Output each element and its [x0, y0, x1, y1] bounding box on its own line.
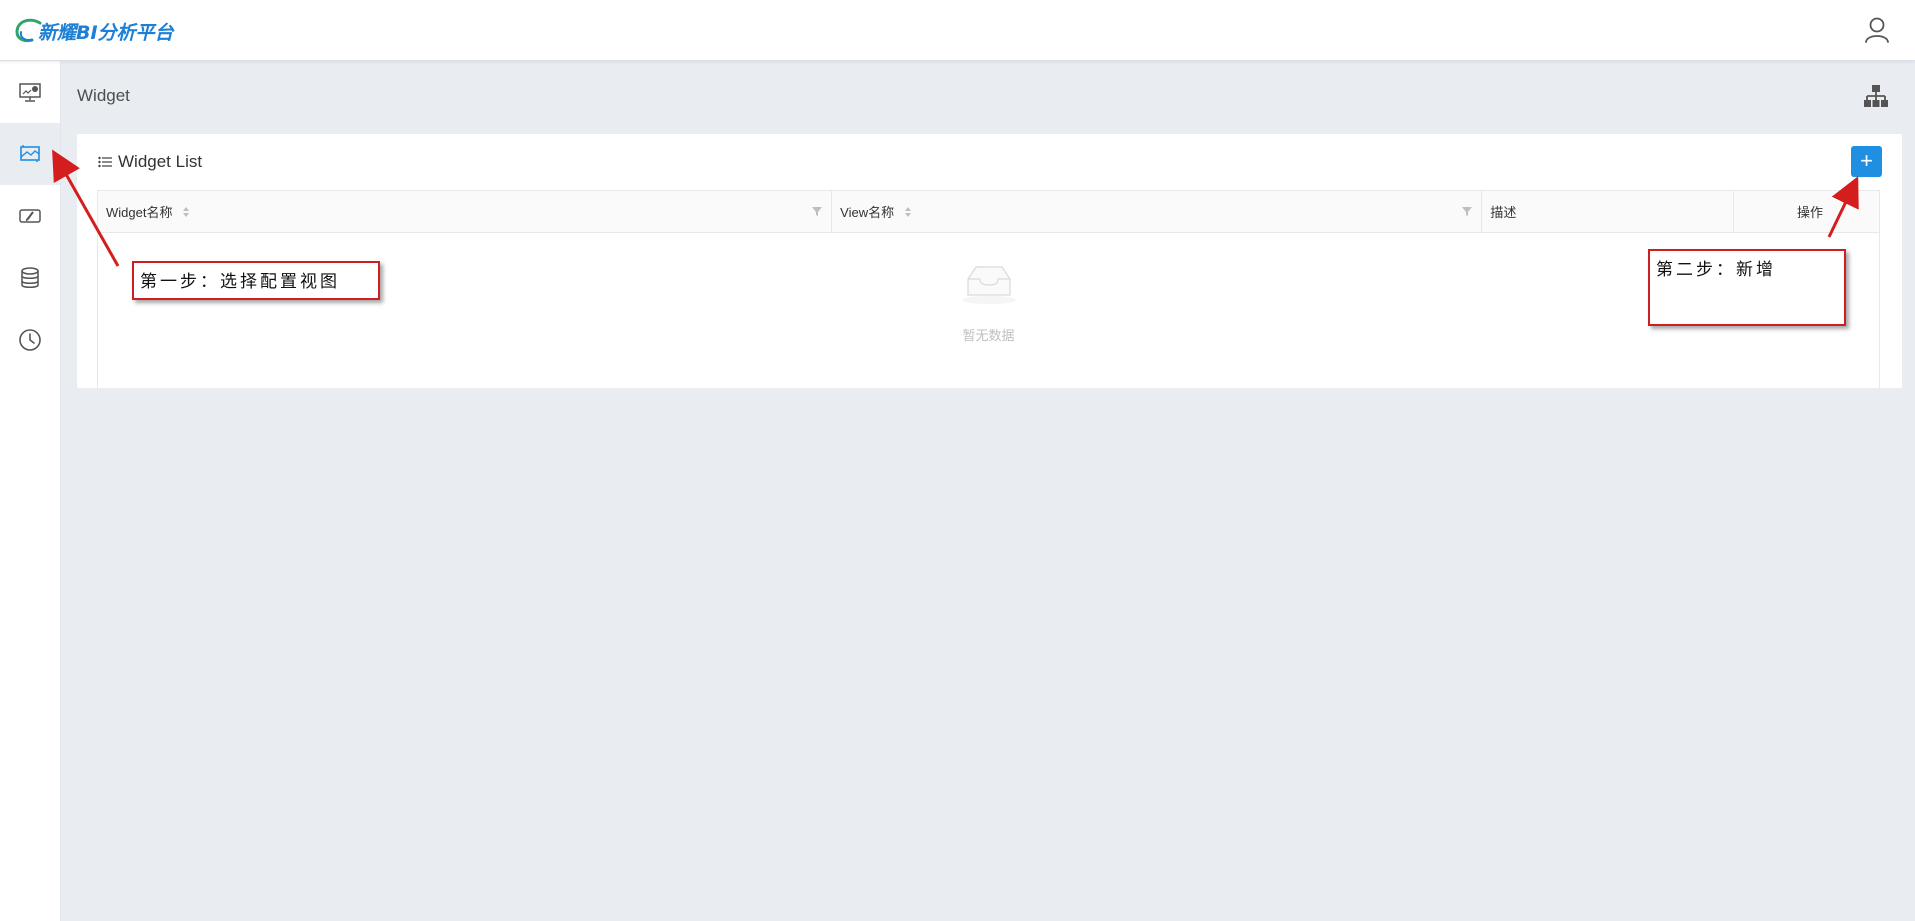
sidebar	[0, 61, 61, 921]
column-header-label: View名称	[840, 205, 895, 220]
dashboard-monitor-icon	[19, 83, 41, 102]
user-button[interactable]	[1861, 14, 1893, 46]
user-icon	[1865, 17, 1889, 43]
column-widget-name: Widget名称	[98, 191, 833, 232]
sidebar-item-widget[interactable]	[0, 123, 60, 185]
clock-icon	[19, 329, 41, 351]
sitemap-icon	[1864, 85, 1888, 107]
column-header-label: Widget名称	[106, 205, 173, 220]
column-header-label: 操作	[1796, 205, 1823, 220]
filter-icon[interactable]	[811, 205, 823, 217]
card-title: Widget List	[98, 152, 202, 172]
widget-image-icon	[20, 145, 40, 162]
logo-swoosh-icon	[15, 18, 42, 43]
page-title: Widget	[77, 86, 130, 105]
table-header: Widget名称 View名称 描述 操作	[98, 191, 1879, 233]
app-logo[interactable]: 新耀BI分析平台	[14, 10, 174, 50]
empty-text: 暂无数据	[962, 328, 1015, 343]
top-header: 新耀BI分析平台	[0, 0, 1915, 61]
sidebar-item-dashboard[interactable]	[0, 61, 60, 123]
list-icon	[98, 156, 112, 168]
sidebar-item-schedule[interactable]	[0, 309, 60, 371]
column-description: 描述	[1482, 191, 1735, 232]
annotation-step1: 第一步：选择配置视图	[132, 261, 380, 300]
column-view-name: View名称	[832, 191, 1483, 232]
annotation-step2: 第二步：新增	[1648, 249, 1846, 326]
edit-view-icon	[19, 209, 41, 223]
column-header-label: 描述	[1490, 205, 1517, 220]
filter-icon[interactable]	[1461, 205, 1473, 217]
database-icon	[21, 267, 39, 288]
sort-icon[interactable]	[182, 205, 190, 219]
sort-icon[interactable]	[904, 205, 912, 219]
card-title-text: Widget List	[118, 152, 203, 171]
sidebar-item-source[interactable]	[0, 247, 60, 309]
column-actions: 操作	[1734, 191, 1879, 232]
sidebar-item-view[interactable]	[0, 185, 60, 247]
add-widget-button[interactable]: +	[1851, 146, 1882, 177]
sitemap-button[interactable]	[1863, 84, 1889, 108]
logo-text: 新耀BI分析平台	[38, 21, 174, 44]
empty-inbox-icon	[962, 266, 1016, 304]
